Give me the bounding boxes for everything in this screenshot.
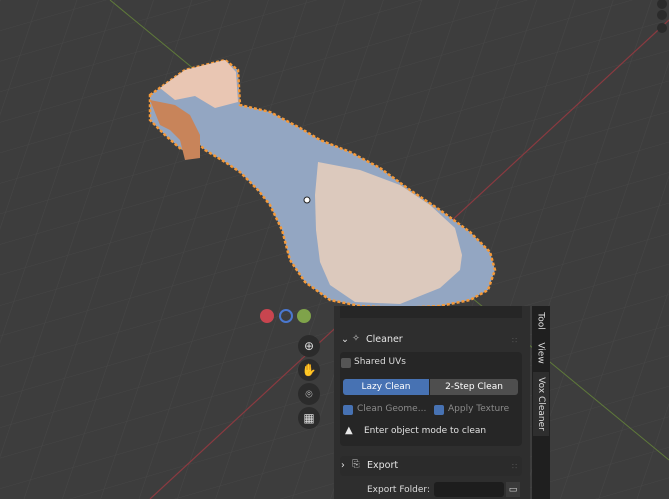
- tab-tool[interactable]: Tool: [533, 308, 549, 334]
- warning-icon: ▲: [345, 425, 353, 436]
- export-folder-field[interactable]: [434, 482, 504, 497]
- zoom-icon[interactable]: ⊕: [298, 335, 320, 357]
- warning-message: Enter object mode to clean: [364, 426, 487, 436]
- shared-uvs-checkbox[interactable]: [341, 358, 351, 368]
- pan-hand-icon[interactable]: ✋: [298, 359, 320, 381]
- export-header[interactable]: Export: [367, 460, 398, 471]
- apply-texture-label: Apply Texture: [448, 404, 510, 414]
- cleaner-collapse-icon[interactable]: ⌄: [341, 334, 349, 345]
- tab-vox-cleaner[interactable]: Vox Cleaner: [533, 372, 549, 436]
- wand-icon: ✧: [352, 333, 360, 344]
- gizmo-x-axis[interactable]: [260, 309, 274, 323]
- apply-texture-checkbox[interactable]: [434, 405, 444, 415]
- clean-geometry-checkbox[interactable]: [343, 405, 353, 415]
- folder-icon[interactable]: ▭: [506, 482, 520, 497]
- shared-uvs-label: Shared UVs: [354, 357, 406, 367]
- perspective-grid-icon[interactable]: ▦: [298, 407, 320, 429]
- camera-icon[interactable]: ⌾: [298, 383, 320, 405]
- export-folder-label: Export Folder:: [367, 485, 431, 495]
- cleaner-header[interactable]: Cleaner: [366, 334, 403, 345]
- export-drag-handle-icon[interactable]: ∷: [512, 462, 517, 471]
- clean-geometry-label: Clean Geome...: [357, 404, 427, 414]
- gizmo-y-axis[interactable]: [297, 309, 311, 323]
- layers-icon[interactable]: [657, 23, 667, 33]
- viewport-shading-icon[interactable]: [657, 10, 667, 20]
- panel-top-bar: [340, 306, 522, 318]
- export-collapse-icon[interactable]: ›: [341, 460, 345, 471]
- two-step-clean-button[interactable]: 2-Step Clean: [430, 379, 518, 395]
- drag-handle-icon[interactable]: ∷: [512, 336, 517, 345]
- export-icon: ⎘: [352, 459, 360, 470]
- lazy-clean-button[interactable]: Lazy Clean: [343, 379, 429, 395]
- tab-view[interactable]: View: [533, 338, 549, 368]
